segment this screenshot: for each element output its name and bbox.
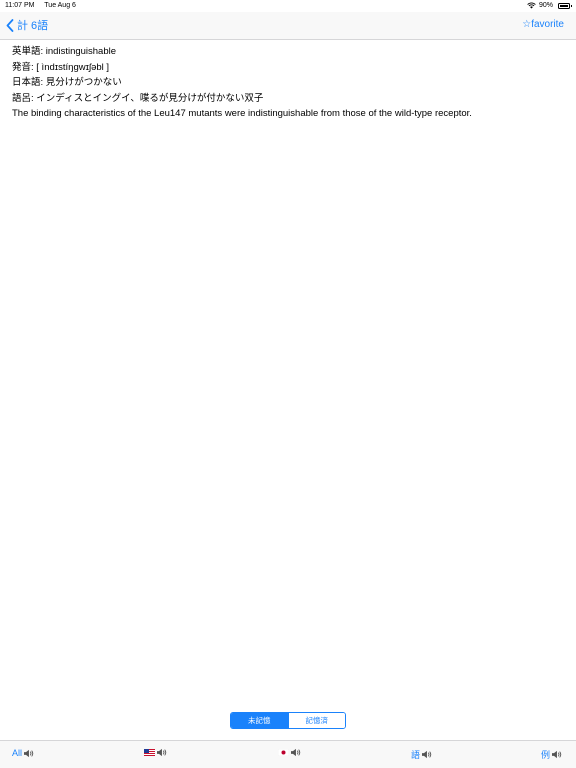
- word-detail: 英単語: indistinguishable 発音: [ ìndɪstíŋgwɪ…: [12, 44, 564, 122]
- play-english-button[interactable]: [144, 748, 167, 757]
- memorization-segmented-control: 未記憶 記憶済: [230, 712, 346, 729]
- mnemonic: 語呂: インディスとイングイ、喋るが見分けが付かない双子: [12, 92, 264, 104]
- play-all-button[interactable]: All: [12, 748, 34, 758]
- play-example-label: 例: [541, 750, 551, 760]
- speaker-icon: [157, 748, 167, 757]
- speaker-icon: [24, 749, 34, 757]
- us-flag-icon: [144, 749, 155, 756]
- status-right: 90%: [527, 2, 572, 9]
- speaker-icon: [291, 748, 301, 757]
- english-word: 英単語: indistinguishable: [12, 46, 117, 57]
- play-word-label: 語: [411, 750, 421, 760]
- japanese-meaning: 日本語: 見分けがつかない: [12, 77, 122, 88]
- bottom-toolbar: All 語 例: [0, 740, 576, 768]
- play-word-button[interactable]: 語: [411, 748, 432, 761]
- segment-memorized[interactable]: 記憶済: [287, 713, 345, 728]
- status-date: Tue Aug 6: [44, 2, 76, 9]
- example-sentence: The binding characteristics of the Leu14…: [12, 108, 472, 119]
- play-all-label: All: [12, 748, 23, 758]
- speaker-icon: [422, 750, 432, 759]
- wifi-icon: [527, 2, 536, 9]
- speaker-icon: [552, 750, 562, 759]
- chevron-left-icon: [6, 18, 14, 32]
- battery-icon: [558, 2, 572, 9]
- navigation-bar: 計 6語 ☆favorite: [0, 12, 576, 40]
- play-example-button[interactable]: 例: [541, 748, 562, 761]
- status-time: 11:07 PM: [5, 2, 35, 9]
- play-japanese-button[interactable]: [278, 748, 301, 757]
- pronunciation: 発音: [ ìndɪstíŋgwɪʃəbl ]: [12, 61, 110, 73]
- status-bar: 11:07 PM Tue Aug 6 90%: [0, 0, 576, 12]
- japan-flag-icon: [278, 749, 289, 756]
- back-button[interactable]: 計 6語: [6, 17, 48, 33]
- back-label: 計 6語: [17, 20, 49, 32]
- favorite-button[interactable]: ☆favorite: [522, 19, 564, 30]
- segment-unmemorized[interactable]: 未記憶: [231, 713, 288, 728]
- status-left: 11:07 PM Tue Aug 6: [5, 2, 84, 9]
- battery-percent: 90%: [538, 2, 553, 9]
